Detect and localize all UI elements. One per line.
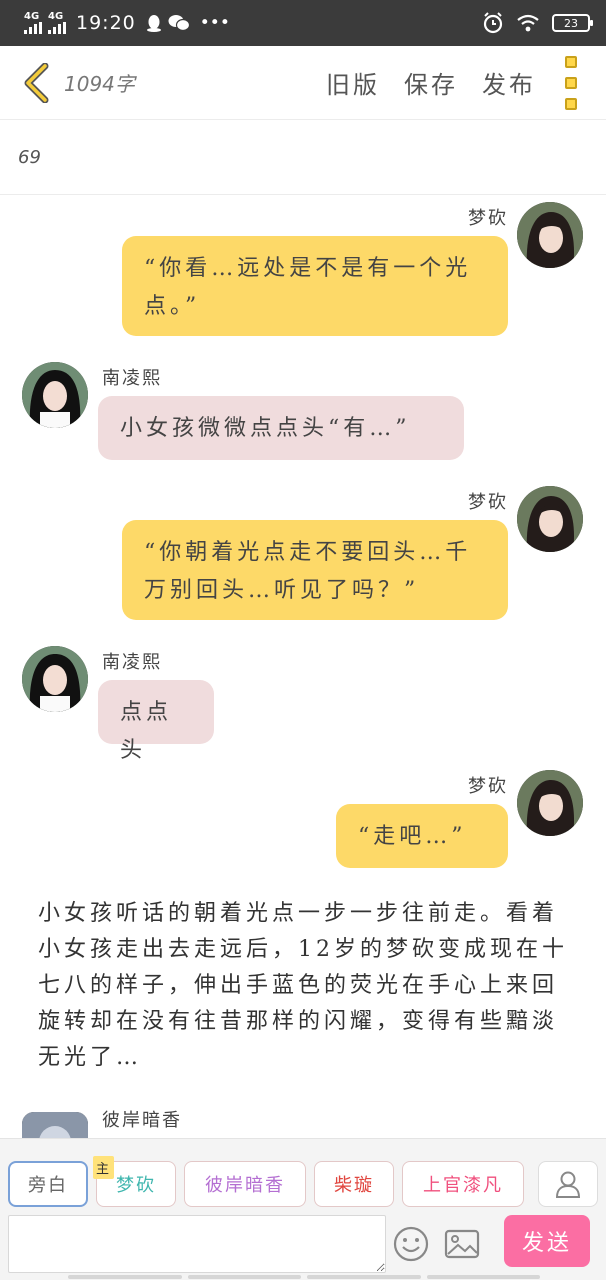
- chat-area[interactable]: 梦砍 “你看…远处是不是有一个光点。” 南凌熙 小女孩微微点点头“有…” 梦砍 …: [0, 196, 606, 1138]
- battery-icon: 23: [552, 14, 593, 32]
- editor-header: 1094字 旧版 保存 发布: [0, 46, 606, 120]
- battery-level: 23: [564, 16, 578, 30]
- save-button[interactable]: 保存: [404, 65, 458, 100]
- header-actions: 旧版 保存 发布: [326, 65, 536, 100]
- send-button[interactable]: 发送: [504, 1215, 590, 1267]
- signal-bars-icon: [48, 22, 66, 34]
- message-bubble[interactable]: “你看…远处是不是有一个光点。”: [122, 236, 508, 336]
- protagonist-badge: 主: [93, 1156, 115, 1179]
- add-role-button[interactable]: [538, 1161, 598, 1207]
- message-bubble[interactable]: “走吧…”: [336, 804, 508, 868]
- status-right: 23: [482, 12, 593, 34]
- sender-name: 南凌熙: [102, 368, 162, 389]
- back-chevron-icon: [24, 62, 49, 103]
- emoji-icon[interactable]: [392, 1225, 430, 1263]
- role-bianan-anxiang[interactable]: 彼岸暗香: [184, 1161, 306, 1207]
- role-chaixuan[interactable]: 柴璇: [314, 1161, 394, 1207]
- signal-2: 4G: [48, 12, 66, 34]
- sender-name: 梦砍: [468, 208, 508, 229]
- message-bubble[interactable]: 点点头: [98, 680, 214, 763]
- status-left: 4G 4G 19:20 •••: [24, 12, 230, 34]
- role-selector: 旁白 主 梦砍 彼岸暗香 柴璇 上官漆凡: [8, 1156, 524, 1207]
- avatar[interactable]: [517, 202, 583, 268]
- network-label-1: 4G: [24, 11, 40, 22]
- image-icon[interactable]: [444, 1227, 480, 1261]
- role-label: 旁白: [28, 1175, 68, 1196]
- chapter-title[interactable]: 69: [0, 121, 606, 195]
- network-label-2: 4G: [48, 11, 64, 22]
- sender-name: 南凌熙: [102, 652, 162, 673]
- qq-icon: [146, 15, 161, 32]
- sender-name: 梦砍: [468, 492, 508, 513]
- role-narrator[interactable]: 旁白: [8, 1161, 88, 1207]
- back-button[interactable]: [12, 59, 60, 107]
- composer: 旁白 主 梦砍 彼岸暗香 柴璇 上官漆凡 发送: [0, 1138, 606, 1280]
- more-menu-icon[interactable]: [556, 55, 586, 110]
- avatar[interactable]: [22, 362, 88, 428]
- sender-name: 梦砍: [468, 776, 508, 797]
- status-bar: 4G 4G 19:20 ••• 23: [0, 0, 606, 46]
- role-mengkan[interactable]: 主 梦砍: [93, 1156, 176, 1207]
- more-notifications-indicator: •••: [199, 13, 230, 33]
- wechat-icon: [168, 15, 190, 32]
- role-label: 梦砍: [116, 1175, 156, 1196]
- role-shangguan-qifan[interactable]: 上官漆凡: [402, 1161, 524, 1207]
- message-bubble[interactable]: “你朝着光点走不要回头…千万别回头…听见了吗？”: [122, 520, 508, 620]
- signal-1: 4G: [24, 12, 42, 34]
- role-label: 彼岸暗香: [205, 1175, 285, 1196]
- message-input[interactable]: [8, 1215, 386, 1273]
- word-count: 1094字: [64, 72, 135, 96]
- old-version-button[interactable]: 旧版: [326, 65, 380, 100]
- avatar[interactable]: [517, 486, 583, 552]
- avatar[interactable]: [22, 1112, 88, 1138]
- wifi-icon: [517, 14, 539, 32]
- sender-name: 彼岸暗香: [102, 1110, 182, 1131]
- alarm-icon: [483, 12, 503, 34]
- signal-bars-icon: [24, 22, 42, 34]
- clock: 19:20: [76, 12, 136, 34]
- avatar[interactable]: [22, 646, 88, 712]
- role-label: 柴璇: [334, 1175, 374, 1196]
- message-bubble[interactable]: 小女孩微微点点头“有…”: [98, 396, 464, 460]
- narration-text[interactable]: 小女孩听话的朝着光点一步一步往前走。看着小女孩走出去走远后，12岁的梦砍变成现在…: [38, 896, 568, 1076]
- role-label: 上官漆凡: [423, 1175, 503, 1196]
- publish-button[interactable]: 发布: [482, 65, 536, 100]
- avatar[interactable]: [517, 770, 583, 836]
- scroll-indicator: [68, 1275, 540, 1279]
- user-icon: [555, 1171, 581, 1198]
